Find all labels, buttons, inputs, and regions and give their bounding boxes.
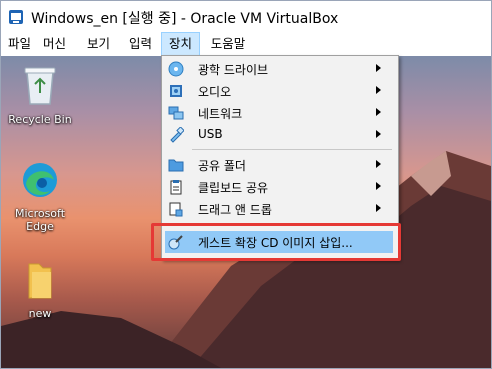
recycle-bin-icon xyxy=(24,67,56,105)
menu-devices[interactable]: 장치 xyxy=(161,32,200,56)
menu-item-shared-clipboard[interactable]: 클립보드 공유 xyxy=(165,176,393,198)
edge-icon xyxy=(23,163,57,197)
menu-item-audio[interactable]: 오디오 xyxy=(165,80,393,102)
submenu-arrow-icon xyxy=(376,130,381,138)
desktop-icon-edge[interactable]: Microsoft Edge xyxy=(3,160,77,233)
submenu-arrow-icon xyxy=(376,108,381,116)
menu-bar: 파일 머신 보기 입력 장치 도움말 xyxy=(1,32,491,56)
submenu-arrow-icon xyxy=(376,86,381,94)
menu-input[interactable]: 입력 xyxy=(124,32,157,56)
submenu-arrow-icon xyxy=(376,182,381,190)
menu-item-optical-drive[interactable]: 광학 드라이브 xyxy=(165,58,393,80)
optical-drive-icon xyxy=(168,61,184,77)
menu-view[interactable]: 보기 xyxy=(82,32,115,56)
clipboard-icon xyxy=(170,180,182,195)
menu-separator xyxy=(192,149,392,150)
virtualbox-icon xyxy=(9,10,23,24)
network-icon xyxy=(168,106,184,120)
edge-label-line1: Microsoft xyxy=(14,207,66,220)
menu-item-network[interactable]: 네트워크 xyxy=(165,102,393,124)
drag-drop-icon xyxy=(169,202,183,217)
shared-folder-icon xyxy=(168,159,184,172)
virtualbox-window: Windows_en [실행 중] - Oracle VM VirtualBox… xyxy=(0,0,492,369)
submenu-arrow-icon xyxy=(376,160,381,168)
menu-file[interactable]: 파일 xyxy=(3,32,36,56)
window-title: Windows_en [실행 중] - Oracle VM VirtualBox xyxy=(31,11,339,27)
submenu-arrow-icon xyxy=(376,204,381,212)
menu-item-shared-folders[interactable]: 공유 폴더 xyxy=(165,154,393,176)
desktop-icon-recycle-bin[interactable]: Recycle Bin xyxy=(3,62,77,126)
menu-machine[interactable]: 머신 xyxy=(38,32,71,56)
menu-help[interactable]: 도움말 xyxy=(206,32,250,56)
folder-icon xyxy=(28,263,52,299)
usb-icon xyxy=(170,127,184,143)
recycle-bin-label: Recycle Bin xyxy=(8,113,72,126)
title-bar: Windows_en [실행 중] - Oracle VM VirtualBox xyxy=(1,1,491,32)
folder-label: new xyxy=(28,307,52,320)
menu-item-drag-and-drop[interactable]: 드래그 앤 드롭 xyxy=(165,198,393,220)
desktop-icon-new-folder[interactable]: new xyxy=(3,260,77,320)
menu-item-usb[interactable]: USB xyxy=(165,124,393,146)
edge-label-line2: Edge xyxy=(26,220,54,233)
submenu-arrow-icon xyxy=(376,64,381,72)
annotation-highlight-box xyxy=(151,223,401,261)
audio-icon xyxy=(170,85,182,97)
